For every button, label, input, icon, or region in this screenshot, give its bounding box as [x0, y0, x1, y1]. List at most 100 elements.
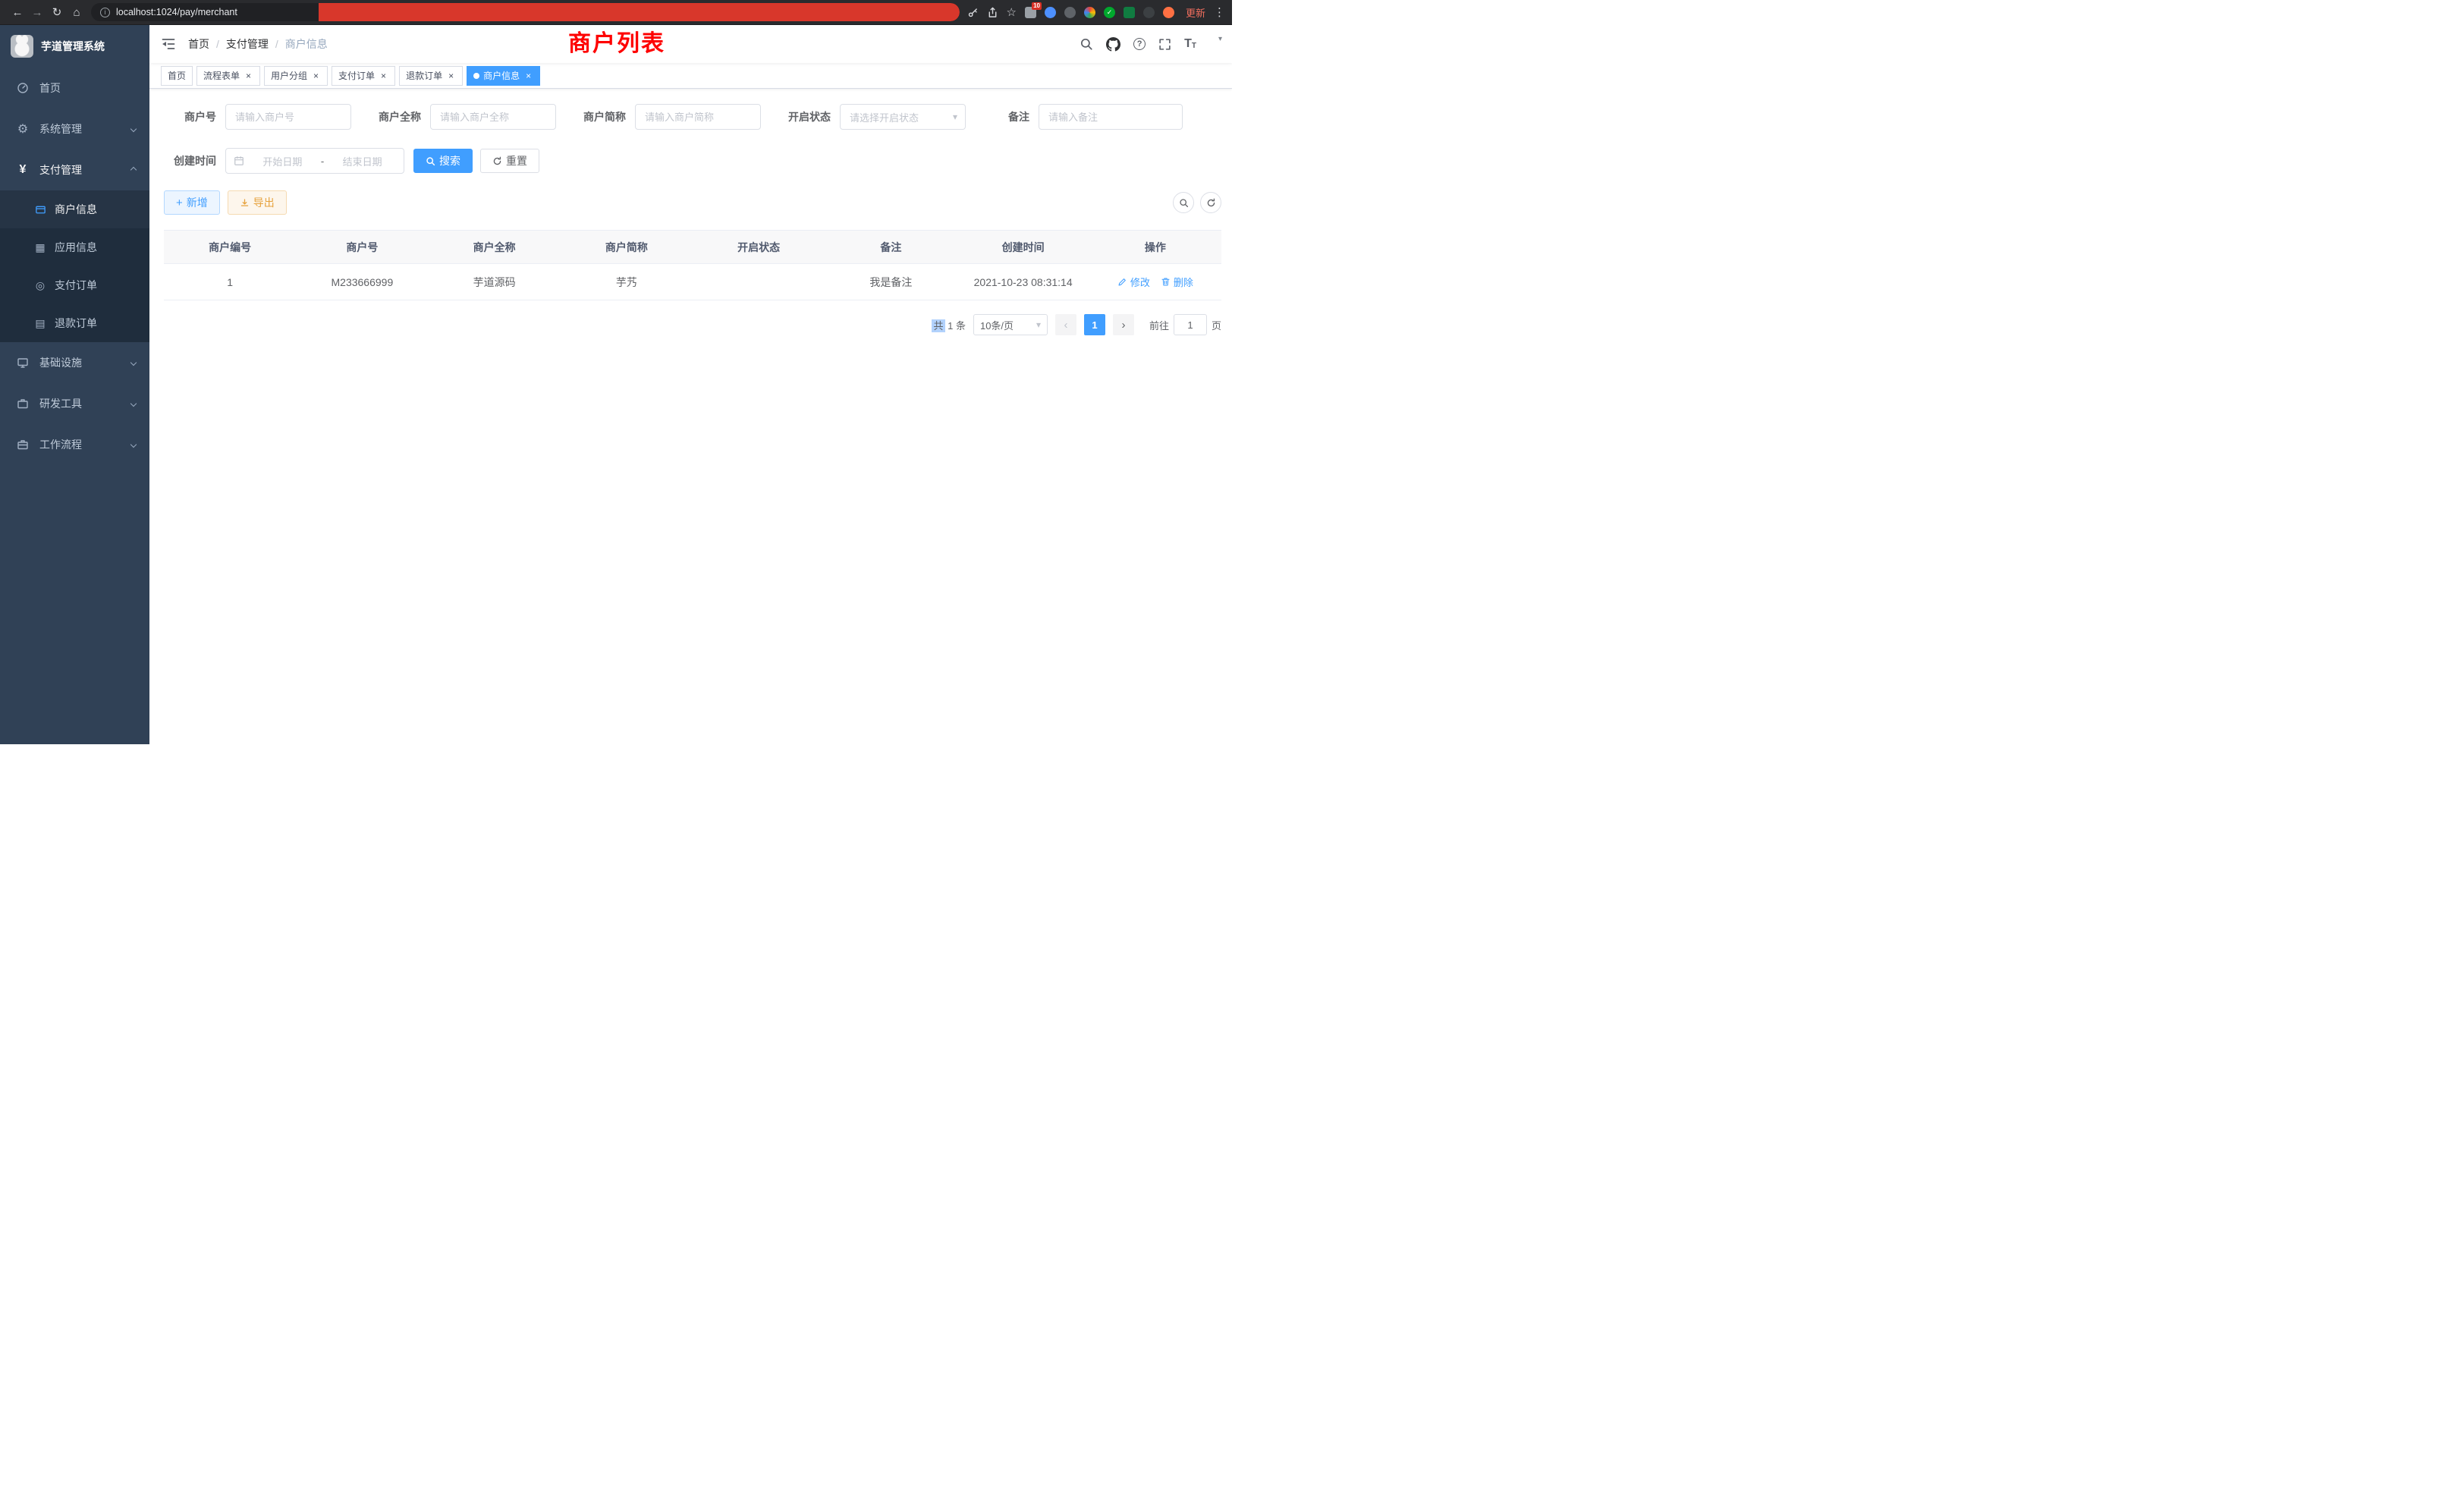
page-number-1[interactable]: 1 [1084, 314, 1105, 335]
cell-short-name: 芋艿 [561, 275, 693, 290]
sidebar-item-refund-order[interactable]: ▤ 退款订单 [0, 304, 149, 342]
export-button[interactable]: 导出 [228, 190, 287, 215]
pagination-goto: 前往 页 [1149, 314, 1221, 335]
extension-green-square-icon[interactable] [1124, 7, 1135, 18]
table-header: 商户编号 商户号 商户全称 商户简称 开启状态 备注 创建时间 操作 [164, 231, 1221, 264]
github-icon[interactable] [1106, 37, 1120, 52]
navbar: 首页 / 支付管理 / 商户信息 商户列表 ? [149, 25, 1232, 63]
date-range-picker[interactable]: 开始日期 - 结束日期 [225, 148, 404, 174]
filter-row-1: 商户号 商户全称 商户简称 开启状态 请选择开启状态 [169, 104, 1232, 130]
reset-button[interactable]: 重置 [480, 149, 539, 173]
full-name-input[interactable] [430, 104, 556, 130]
end-date-placeholder: 结束日期 [328, 154, 396, 168]
forward-icon[interactable]: → [27, 6, 47, 19]
extension-multicolor-icon[interactable] [1084, 7, 1095, 18]
breadcrumb-payment[interactable]: 支付管理 [226, 36, 269, 52]
extensions-puzzle-icon[interactable]: 10 [1025, 7, 1036, 18]
logo-avatar [11, 35, 33, 58]
status-label: 开启状态 [785, 109, 831, 124]
extension-blue-icon[interactable] [1045, 7, 1056, 18]
prev-page-button[interactable]: ‹ [1055, 314, 1076, 335]
close-icon[interactable]: × [523, 71, 533, 81]
hamburger-icon[interactable] [161, 36, 176, 52]
extension-gray-icon[interactable] [1064, 7, 1076, 18]
bookmark-star-icon[interactable]: ☆ [1007, 5, 1017, 19]
sidebar: 芋道管理系统 首页 ⚙ 系统管理 ¥ 支付管理 [0, 25, 149, 744]
screen: ← → ↻ ⌂ i localhost:1024/pay/merchant ☆ … [0, 0, 1232, 745]
browser-toolbar: ← → ↻ ⌂ i localhost:1024/pay/merchant ☆ … [0, 0, 1232, 25]
extension-dark-icon[interactable] [1143, 7, 1155, 18]
key-icon[interactable] [967, 7, 979, 18]
sidebar-item-pay-order[interactable]: ◎ 支付订单 [0, 266, 149, 304]
col-header: 商户编号 [164, 240, 296, 255]
toolbox-icon [15, 398, 30, 410]
content: 商户号 商户全称 商户简称 开启状态 请选择开启状态 [149, 89, 1232, 744]
cell-remark: 我是备注 [825, 275, 957, 290]
sidebar-item-workflow[interactable]: 工作流程 [0, 424, 149, 465]
site-info-icon[interactable]: i [100, 8, 110, 17]
font-size-icon[interactable]: TT [1184, 38, 1196, 50]
tab-user-group[interactable]: 用户分组 × [264, 66, 328, 86]
monitor-icon [15, 357, 30, 369]
cell-id: 1 [164, 276, 296, 288]
sidebar-item-app-info[interactable]: ▦ 应用信息 [0, 228, 149, 266]
remark-label: 备注 [990, 109, 1029, 124]
extension-avatar-icon[interactable] [1163, 7, 1174, 18]
cell-full-name: 芋道源码 [429, 275, 561, 290]
add-button[interactable]: + 新增 [164, 190, 220, 215]
col-header: 商户简称 [561, 240, 693, 255]
toggle-search-button[interactable] [1173, 192, 1194, 213]
browser-menu-icon[interactable]: ⋮ [1214, 5, 1224, 19]
home-icon[interactable]: ⌂ [67, 6, 86, 19]
close-icon[interactable]: × [379, 71, 388, 81]
delete-link[interactable]: 删除 [1161, 275, 1193, 289]
breadcrumb: 首页 / 支付管理 / 商户信息 [188, 36, 328, 52]
sidebar-item-merchant-info[interactable]: 商户信息 [0, 190, 149, 228]
short-name-label: 商户简称 [580, 109, 626, 124]
sidebar-item-home[interactable]: 首页 [0, 68, 149, 108]
sidebar-item-infra[interactable]: 基础设施 [0, 342, 149, 383]
tab-merchant-info[interactable]: 商户信息 × [467, 66, 540, 86]
sidebar-item-devtools[interactable]: 研发工具 [0, 383, 149, 424]
goto-page-input[interactable] [1174, 314, 1207, 335]
col-header: 开启状态 [693, 240, 825, 255]
edit-link[interactable]: 修改 [1117, 275, 1150, 289]
sidebar-item-label: 支付管理 [39, 162, 82, 178]
tab-pay-order[interactable]: 支付订单 × [332, 66, 395, 86]
reload-icon[interactable]: ↻ [47, 5, 67, 19]
close-icon[interactable]: × [244, 71, 253, 81]
search-button[interactable]: 搜索 [413, 149, 473, 173]
short-name-input[interactable] [635, 104, 761, 130]
col-header: 商户号 [296, 240, 428, 255]
tab-refund-order[interactable]: 退款订单 × [399, 66, 463, 86]
next-page-button[interactable]: › [1113, 314, 1134, 335]
share-icon[interactable] [987, 7, 998, 18]
page-size-select[interactable]: 10条/页 ▾ [973, 314, 1048, 335]
fullscreen-icon[interactable] [1158, 38, 1171, 51]
navbar-right: ? TT ▾ [1080, 37, 1220, 52]
url-bar[interactable]: i localhost:1024/pay/merchant [91, 3, 960, 21]
date-separator: - [321, 156, 324, 167]
refresh-button[interactable] [1200, 192, 1221, 213]
close-icon[interactable]: × [446, 71, 456, 81]
back-icon[interactable]: ← [8, 6, 27, 19]
browser-update-button[interactable]: 更新 [1186, 5, 1205, 20]
remark-input[interactable] [1039, 104, 1183, 130]
status-select[interactable]: 请选择开启状态 ▾ [840, 104, 966, 130]
logo-row[interactable]: 芋道管理系统 [0, 25, 149, 68]
caret-down-icon: ▾ [1036, 319, 1041, 330]
help-icon[interactable]: ? [1133, 38, 1146, 50]
tab-process-form[interactable]: 流程表单 × [196, 66, 260, 86]
merchant-no-input[interactable] [225, 104, 351, 130]
caret-down-icon: ▾ [1218, 35, 1222, 43]
chevron-down-icon [130, 126, 137, 132]
sidebar-item-system[interactable]: ⚙ 系统管理 [0, 108, 149, 149]
red-annotation-text: 商户列表 [568, 30, 665, 58]
sidebar-item-payment[interactable]: ¥ 支付管理 [0, 149, 149, 190]
search-icon[interactable] [1080, 37, 1093, 51]
breadcrumb-home[interactable]: 首页 [188, 36, 209, 52]
chevron-down-icon [130, 360, 137, 366]
close-icon[interactable]: × [311, 71, 321, 81]
tab-home[interactable]: 首页 [161, 66, 193, 86]
extension-green-check-icon[interactable]: ✓ [1104, 7, 1115, 18]
